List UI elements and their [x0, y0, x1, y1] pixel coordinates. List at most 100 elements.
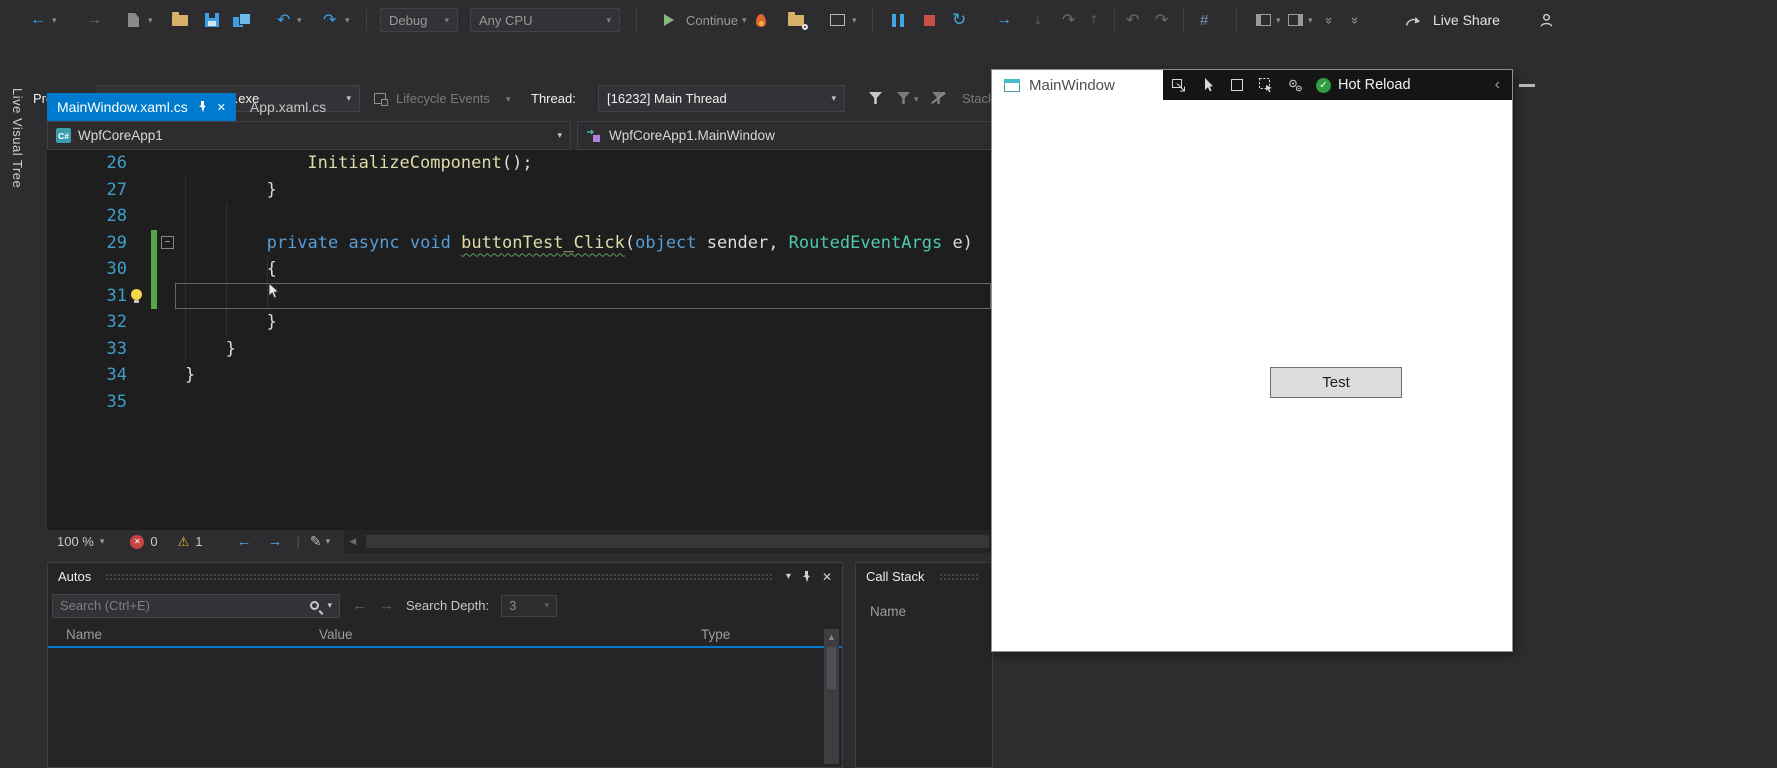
code-line[interactable]: 28 [47, 203, 993, 230]
dock-panel-left-caret[interactable]: ▾ [1276, 0, 1281, 40]
close-icon[interactable]: ✕ [822, 570, 832, 584]
warning-count[interactable]: 1 [195, 534, 202, 549]
search-input[interactable]: Search (Ctrl+E) ▾ [52, 594, 340, 618]
callstack-panel-header[interactable]: Call Stack [856, 563, 992, 590]
hot-reload-flame-icon[interactable] [756, 0, 766, 40]
new-file-dropdown-caret[interactable]: ▾ [148, 0, 153, 40]
live-visual-tree-toolbar-icon[interactable] [830, 0, 845, 40]
track-focused-element-icon[interactable] [1258, 77, 1274, 93]
go-to-live-visual-tree-icon[interactable] [1171, 77, 1187, 93]
toolbar-overflow-icon[interactable]: » [1326, 0, 1333, 40]
live-share-button[interactable]: Live Share [1404, 0, 1500, 40]
column-header-name[interactable]: Name [870, 604, 906, 619]
dock-panel-right-caret[interactable]: ▾ [1308, 0, 1313, 40]
scroll-up-arrow[interactable]: ▲ [824, 629, 839, 645]
warning-icon[interactable]: ⚠ [178, 534, 190, 550]
find-in-files-icon[interactable] [788, 0, 804, 40]
navigate-back-dropdown-caret[interactable]: ▾ [52, 0, 57, 40]
code-line[interactable]: 27} [47, 177, 993, 204]
wpf-app-window[interactable]: MainWindow ✓ Hot Reload ‹ Test [992, 70, 1512, 651]
search-forward-icon[interactable]: → [379, 597, 394, 614]
undo-disabled-icon[interactable]: ↶ [1126, 0, 1139, 40]
settings-gears-icon[interactable] [1287, 77, 1303, 93]
column-header-type[interactable]: Type [701, 627, 730, 642]
line-number[interactable]: 31 [47, 283, 127, 310]
code-line[interactable]: 30{ [47, 256, 993, 283]
toolbar-overflow-icon-2[interactable]: » [1352, 0, 1359, 40]
scroll-left-arrow[interactable]: ◀ [349, 536, 356, 547]
scrollbar-thumb[interactable] [366, 535, 989, 548]
new-file-icon[interactable] [128, 0, 139, 40]
panel-drag-grip[interactable] [939, 573, 978, 581]
close-icon[interactable]: ✕ [217, 101, 226, 114]
code-cleanup-icon[interactable]: # [1200, 0, 1208, 40]
continue-button-label[interactable]: Continue [686, 0, 738, 40]
tab-app-xaml-cs[interactable]: App.xaml.cs [236, 93, 340, 121]
horizontal-scrollbar[interactable]: ◀ [344, 530, 993, 553]
search-back-icon[interactable]: ← [352, 597, 367, 614]
toolbar-collapse-chevron[interactable]: ‹ [1495, 76, 1504, 94]
type-dropdown[interactable]: WpfCoreApp1.MainWindow [577, 121, 993, 150]
window-position-caret[interactable]: ▾ [786, 571, 791, 582]
code-line[interactable]: 35 [47, 389, 993, 416]
code-editor[interactable]: 26InitializeComponent();27}2829−private … [47, 150, 993, 530]
open-folder-icon[interactable] [172, 0, 188, 40]
save-all-icon[interactable] [233, 0, 250, 40]
display-layout-adorners-icon[interactable] [1229, 77, 1245, 93]
autos-column-headers[interactable]: Name Value Type [48, 621, 842, 648]
code-line[interactable]: 34} [47, 362, 993, 389]
zoom-caret[interactable]: ▾ [100, 536, 105, 547]
show-next-statement-icon[interactable]: → [996, 0, 1012, 40]
redo-dropdown-caret[interactable]: ▾ [345, 0, 350, 40]
error-icon[interactable]: ✕ [130, 535, 144, 549]
quick-actions-lightbulb-icon[interactable] [131, 289, 142, 300]
select-element-icon[interactable] [1200, 77, 1216, 93]
column-header-name[interactable]: Name [66, 627, 102, 642]
dock-panel-left-icon[interactable] [1256, 0, 1271, 40]
save-icon[interactable] [205, 0, 219, 40]
pencil-icon[interactable]: ✎ [310, 533, 322, 550]
navigate-forward-icon[interactable]: → [86, 0, 102, 40]
continue-play-icon[interactable] [664, 0, 674, 40]
autos-panel-header[interactable]: Autos ▾ ✕ [48, 563, 842, 590]
search-depth-dropdown[interactable]: 3 ▾ [501, 595, 557, 617]
sidebar-item-live-visual-tree[interactable]: Live Visual Tree [10, 88, 25, 188]
scrollbar-thumb[interactable] [827, 647, 836, 689]
step-out-icon[interactable]: ↑ [1090, 0, 1098, 40]
search-icon[interactable] [310, 601, 319, 610]
zoom-level[interactable]: 100 % [57, 534, 94, 549]
callstack-column-headers[interactable]: Name [856, 598, 992, 625]
tab-mainwindow-xaml-cs[interactable]: MainWindow.xaml.cs ✕ [47, 93, 236, 121]
code-line[interactable]: 29−private async void buttonTest_Click(o… [47, 230, 993, 257]
redo-disabled-icon[interactable]: ↷ [1155, 0, 1168, 40]
code-line[interactable]: 26InitializeComponent(); [47, 150, 993, 177]
pin-icon[interactable] [197, 101, 208, 113]
navigate-backward-icon[interactable]: ← [237, 533, 252, 550]
live-visual-tree-caret[interactable]: ▾ [852, 0, 857, 40]
hot-reload-label[interactable]: Hot Reload [1338, 77, 1411, 93]
solution-platform-dropdown[interactable]: Any CPU ▾ [470, 8, 620, 32]
sign-in-user-icon[interactable] [1538, 0, 1555, 40]
code-line[interactable]: 32} [47, 309, 993, 336]
undo-icon[interactable]: ↶ [277, 0, 290, 40]
undo-dropdown-caret[interactable]: ▾ [297, 0, 302, 40]
dock-panel-right-icon[interactable] [1288, 0, 1303, 40]
break-all-icon[interactable] [892, 0, 904, 40]
pencil-caret[interactable]: ▾ [326, 536, 331, 547]
project-dropdown[interactable]: C# WpfCoreApp1 ▾ [47, 121, 571, 150]
line-number[interactable]: 35 [47, 389, 127, 416]
window-minimize-dash[interactable] [1519, 84, 1535, 87]
navigate-forward-icon[interactable]: → [268, 533, 283, 550]
restart-debugging-icon[interactable]: ↻ [952, 0, 966, 40]
solution-configuration-dropdown[interactable]: Debug ▾ [380, 8, 458, 32]
line-number[interactable]: 28 [47, 203, 127, 230]
search-caret[interactable]: ▾ [327, 600, 332, 611]
code-line[interactable]: 31 [47, 283, 993, 310]
redo-icon[interactable]: ↷ [323, 0, 336, 40]
error-count[interactable]: 0 [150, 534, 157, 549]
column-header-value[interactable]: Value [319, 627, 353, 642]
step-into-icon[interactable]: ↓ [1034, 0, 1042, 40]
test-button[interactable]: Test [1270, 367, 1402, 398]
panel-drag-grip[interactable] [105, 573, 772, 581]
pin-icon[interactable] [801, 571, 812, 583]
